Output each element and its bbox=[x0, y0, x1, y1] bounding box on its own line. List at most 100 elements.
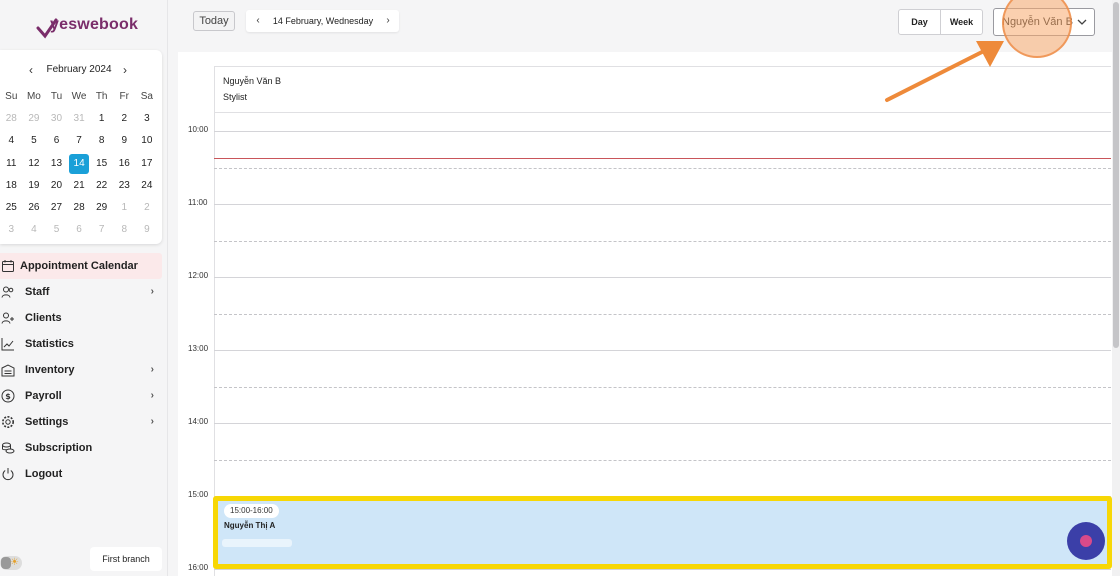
weekday-header: Fr bbox=[119, 91, 129, 102]
sidebar-item-inventory[interactable]: Inventory › bbox=[0, 357, 162, 383]
chevron-down-icon bbox=[1077, 19, 1087, 25]
sidebar-item-subscription[interactable]: Subscription bbox=[0, 435, 162, 461]
weekday-header: Mo bbox=[26, 91, 41, 102]
view-week-button[interactable]: Week bbox=[940, 10, 982, 34]
mini-calendar-day[interactable]: 24 bbox=[136, 175, 159, 197]
mini-calendar-day[interactable]: 10 bbox=[136, 130, 159, 152]
view-day-button[interactable]: Day bbox=[899, 10, 940, 34]
hour-gridline bbox=[214, 569, 1111, 570]
mini-calendar-day[interactable]: 11 bbox=[0, 153, 23, 175]
sidebar-item-appointment-calendar[interactable]: Appointment Calendar bbox=[0, 253, 162, 279]
mini-calendar-day[interactable]: 15 bbox=[90, 153, 113, 175]
sidebar-item-label: Staff bbox=[25, 286, 50, 298]
hour-label: 12:00 bbox=[188, 271, 209, 280]
half-hour-gridline bbox=[214, 168, 1111, 169]
mini-calendar-day[interactable]: 19 bbox=[23, 175, 46, 197]
scrollbar-thumb[interactable] bbox=[1113, 2, 1119, 348]
sidebar-item-label: Inventory bbox=[25, 364, 75, 376]
branch-selector-button[interactable]: First branch bbox=[90, 547, 162, 571]
chevron-right-icon[interactable]: › bbox=[118, 62, 132, 78]
logo-text: yeswebook bbox=[50, 16, 139, 33]
mini-calendar-day[interactable]: 30 bbox=[45, 108, 68, 130]
mini-calendar-day[interactable]: 6 bbox=[68, 219, 91, 241]
mini-calendar-day[interactable]: 31 bbox=[68, 108, 91, 130]
mini-calendar-day[interactable]: 4 bbox=[23, 219, 46, 241]
chat-launcher-button[interactable] bbox=[1067, 522, 1105, 560]
mini-calendar-day[interactable]: 8 bbox=[90, 130, 113, 152]
mini-calendar-day[interactable]: 28 bbox=[0, 108, 23, 130]
add-user-icon bbox=[0, 305, 20, 331]
mini-calendar-day[interactable]: 7 bbox=[90, 219, 113, 241]
mini-calendar-day[interactable]: 2 bbox=[136, 197, 159, 219]
sidebar-item-settings[interactable]: Settings › bbox=[0, 409, 162, 435]
current-time-indicator bbox=[214, 158, 1111, 159]
mini-calendar-day[interactable]: 18 bbox=[0, 175, 23, 197]
hour-label: 10:00 bbox=[188, 125, 209, 134]
mini-calendar-day[interactable]: 7 bbox=[68, 130, 91, 152]
appointment-event[interactable]: 15:00-16:00 Nguyễn Thị A bbox=[213, 496, 1112, 569]
staff-select-dropdown[interactable]: Nguyễn Văn B bbox=[993, 8, 1095, 36]
hour-label: 14:00 bbox=[188, 417, 209, 426]
sidebar-item-label: Payroll bbox=[25, 390, 62, 402]
mini-calendar-day[interactable]: 16 bbox=[113, 153, 136, 175]
view-switcher: Day Week bbox=[898, 9, 983, 35]
hour-label: 15:00 bbox=[188, 490, 209, 499]
half-hour-gridline bbox=[214, 241, 1111, 242]
chevron-left-icon[interactable]: ‹ bbox=[24, 62, 38, 78]
mini-calendar-day[interactable]: 25 bbox=[0, 197, 23, 219]
mini-calendar-month: February 2024 bbox=[46, 64, 112, 75]
mini-calendar-day[interactable]: 20 bbox=[45, 175, 68, 197]
mini-calendar-day[interactable]: 4 bbox=[0, 130, 23, 152]
date-navigator: ‹ 14 February, Wednesday › bbox=[246, 10, 399, 32]
brand-logo[interactable]: yeswebook bbox=[36, 10, 139, 42]
time-gutter-header bbox=[178, 52, 214, 113]
chevron-right-icon: › bbox=[150, 364, 154, 375]
mini-calendar-day[interactable]: 27 bbox=[45, 197, 68, 219]
hour-label: 16:00 bbox=[188, 563, 209, 572]
mini-calendar-day[interactable]: 22 bbox=[90, 175, 113, 197]
next-day-icon[interactable]: › bbox=[381, 10, 395, 32]
mini-calendar-day[interactable]: 29 bbox=[23, 108, 46, 130]
hour-gridline bbox=[214, 277, 1111, 278]
sidebar-item-payroll[interactable]: $ Payroll › bbox=[0, 383, 162, 409]
mini-calendar-day[interactable]: 9 bbox=[136, 219, 159, 241]
mini-calendar-day[interactable]: 2 bbox=[113, 108, 136, 130]
gear-icon bbox=[0, 409, 20, 435]
mini-calendar-day[interactable]: 3 bbox=[0, 219, 23, 241]
mini-calendar-day[interactable]: 9 bbox=[113, 130, 136, 152]
prev-day-icon[interactable]: ‹ bbox=[251, 10, 265, 32]
theme-toggle[interactable]: ☀ bbox=[0, 556, 22, 570]
sidebar-item-clients[interactable]: Clients bbox=[0, 305, 162, 331]
mini-calendar-day[interactable]: 23 bbox=[113, 175, 136, 197]
mini-calendar-day[interactable]: 3 bbox=[136, 108, 159, 130]
mini-calendar-day[interactable]: 5 bbox=[45, 219, 68, 241]
mini-calendar-day[interactable]: 28 bbox=[68, 197, 91, 219]
staff-column-header: Nguyễn Văn B Stylist bbox=[214, 66, 1111, 113]
sidebar-nav: Appointment Calendar Staff › Clients Statist… bbox=[0, 253, 162, 487]
sidebar-item-statistics[interactable]: Statistics bbox=[0, 331, 162, 357]
sidebar: yeswebook ‹ February 2024 › Su Mo Tu We Th Fr… bbox=[0, 0, 168, 576]
sidebar-item-logout[interactable]: Logout bbox=[0, 461, 162, 487]
staff-select-value: Nguyễn Văn B bbox=[1002, 16, 1073, 28]
today-button[interactable]: Today bbox=[193, 11, 235, 31]
sidebar-item-label: Logout bbox=[25, 468, 63, 480]
vertical-scrollbar[interactable] bbox=[1112, 0, 1120, 576]
sidebar-item-staff[interactable]: Staff › bbox=[0, 279, 162, 305]
current-date-label[interactable]: 14 February, Wednesday bbox=[268, 10, 378, 32]
mini-calendar-day[interactable]: 17 bbox=[136, 153, 159, 175]
mini-calendar-day[interactable]: 5 bbox=[23, 130, 46, 152]
mini-calendar-day[interactable]: 13 bbox=[45, 153, 68, 175]
staff-column-role: Stylist bbox=[223, 92, 248, 102]
mini-calendar-day[interactable]: 1 bbox=[90, 108, 113, 130]
mini-calendar-day[interactable]: 1 bbox=[113, 197, 136, 219]
mini-calendar-day[interactable]: 12 bbox=[23, 153, 46, 175]
mini-calendar-day[interactable]: 26 bbox=[23, 197, 46, 219]
mini-calendar-day[interactable]: 8 bbox=[113, 219, 136, 241]
mini-calendar-day[interactable]: 6 bbox=[45, 130, 68, 152]
mini-calendar-day-today[interactable]: 14 bbox=[68, 153, 90, 174]
mini-calendar-day[interactable]: 21 bbox=[68, 175, 91, 197]
sun-icon: ☀ bbox=[10, 557, 19, 568]
half-hour-gridline bbox=[214, 314, 1111, 315]
mini-calendar-day[interactable]: 29 bbox=[90, 197, 113, 219]
half-hour-gridline bbox=[214, 387, 1111, 388]
